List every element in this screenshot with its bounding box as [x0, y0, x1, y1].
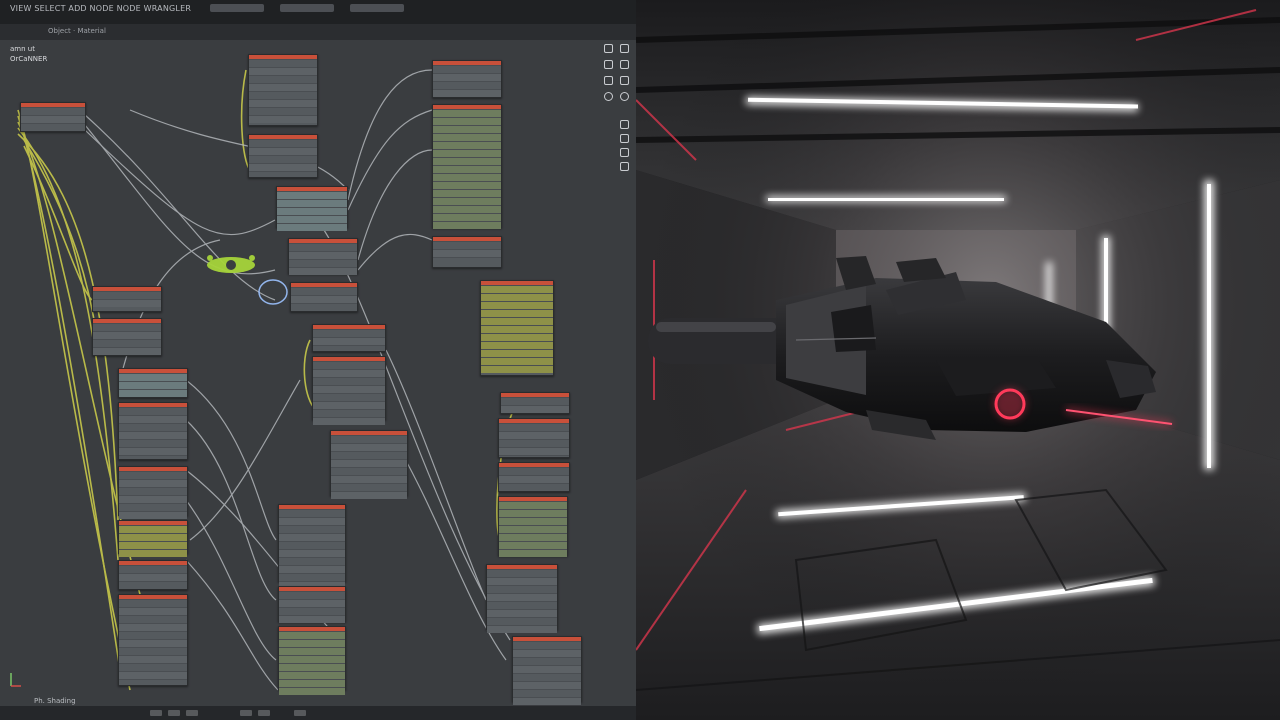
tool-icon[interactable]	[620, 148, 629, 157]
reroute-node	[207, 255, 255, 273]
footer-button[interactable]	[294, 710, 306, 716]
render-viewport[interactable]	[636, 0, 1280, 720]
node-editor[interactable]: VIEW SELECT ADD NODE NODE WRANGLER Objec…	[0, 0, 636, 720]
node-material-output[interactable]	[512, 636, 582, 705]
node-ambient-occlusion[interactable]	[312, 356, 386, 425]
node-input[interactable]	[20, 102, 86, 132]
axis-gizmo-icon	[10, 673, 21, 687]
footer-button[interactable]	[168, 710, 180, 716]
node-normal[interactable]	[118, 368, 188, 398]
node-separate[interactable]	[118, 560, 188, 590]
node-mapping[interactable]	[248, 134, 318, 178]
node-bump[interactable]	[118, 466, 188, 519]
node-layer-weight[interactable]	[330, 430, 408, 499]
node-voronoi[interactable]	[498, 496, 568, 557]
node-invert[interactable]	[312, 324, 386, 352]
node-color-ramp[interactable]	[432, 60, 502, 98]
node-vector[interactable]	[276, 186, 348, 231]
footer-button[interactable]	[150, 710, 162, 716]
view-icon[interactable]	[604, 44, 613, 53]
tool-icon[interactable]	[620, 120, 629, 129]
node-value[interactable]	[92, 286, 162, 312]
grid-icon[interactable]	[604, 92, 613, 101]
render-image	[636, 0, 1280, 720]
node-gradient[interactable]	[498, 462, 570, 492]
node-group[interactable]	[118, 594, 188, 686]
node-wave[interactable]	[486, 564, 558, 633]
tool-icon[interactable]	[620, 134, 629, 143]
tool-icon[interactable]	[620, 162, 629, 171]
node-image-texture[interactable]	[278, 504, 346, 589]
footer-button[interactable]	[240, 710, 252, 716]
node-fresnel[interactable]	[500, 392, 570, 414]
shading-icon[interactable]	[620, 60, 629, 69]
lock-icon[interactable]	[620, 92, 629, 101]
node-texture-coordinate[interactable]	[498, 418, 570, 458]
footer-button[interactable]	[186, 710, 198, 716]
camera-icon[interactable]	[620, 76, 629, 85]
editor-footer	[0, 706, 636, 720]
node-emission[interactable]	[278, 586, 346, 623]
footer-button[interactable]	[258, 710, 270, 716]
node-output[interactable]	[432, 236, 502, 268]
node-noise[interactable]	[118, 402, 188, 460]
node-math[interactable]	[290, 282, 358, 312]
render-icon[interactable]	[604, 76, 613, 85]
node-texture[interactable]	[248, 54, 318, 126]
overlay-icon[interactable]	[604, 60, 613, 69]
node-math[interactable]	[288, 238, 358, 275]
node-principled-bsdf[interactable]	[432, 104, 502, 229]
footer-label: Ph. Shading	[34, 697, 76, 705]
snap-icon[interactable]	[620, 44, 629, 53]
node-mix-shader[interactable]	[480, 280, 554, 376]
node-mix-rgb[interactable]	[118, 520, 188, 557]
node-add-shader[interactable]	[278, 626, 346, 695]
node-value[interactable]	[92, 318, 162, 356]
